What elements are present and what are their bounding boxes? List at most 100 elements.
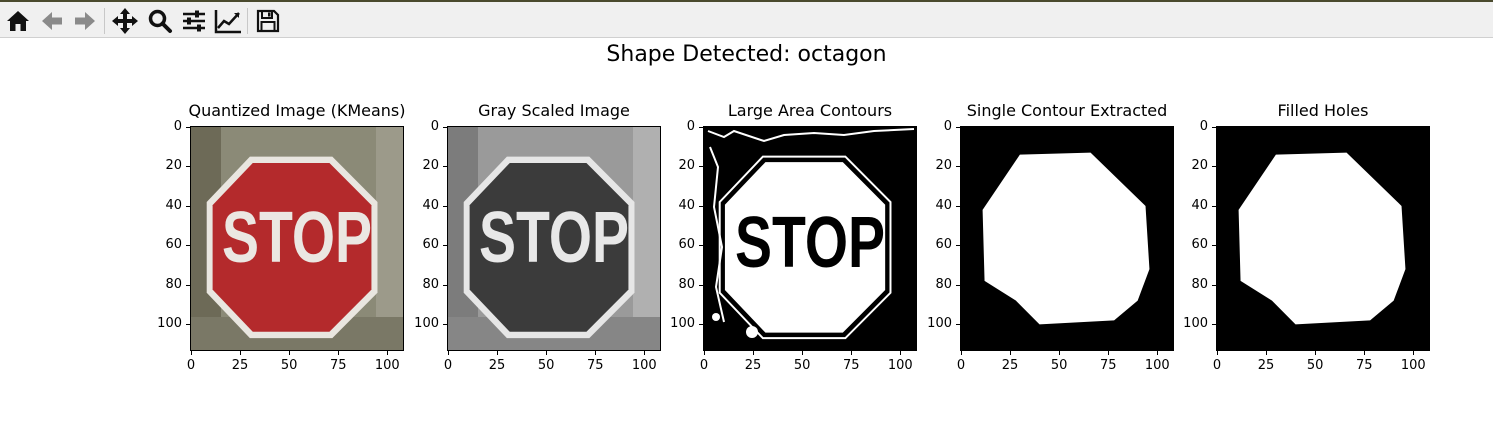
x-tick-mark — [1413, 351, 1415, 355]
y-tick-label: 0 — [943, 119, 952, 134]
y-tick-label: 20 — [1191, 158, 1208, 174]
x-tick-label: 0 — [186, 358, 196, 373]
subplot-title: Filled Holes — [1277, 101, 1369, 120]
y-tick-label: 0 — [686, 119, 695, 134]
subplot-image — [961, 127, 1173, 350]
subplot-image: STOP — [448, 127, 660, 350]
y-tick-label: 80 — [165, 276, 182, 292]
y-tick-mark — [186, 127, 190, 128]
x-tick-mark — [191, 351, 192, 355]
x-tick-label: 0 — [443, 358, 453, 373]
y-tick-mark — [956, 205, 960, 207]
stop-text: STOP — [735, 203, 885, 283]
pan-button[interactable] — [110, 6, 140, 36]
navigation-toolbar — [0, 0, 1493, 38]
x-tick-label: 25 — [231, 358, 249, 373]
y-tick-label: 60 — [1191, 237, 1208, 253]
y-tick-label: 40 — [165, 197, 182, 213]
subplot-title: Quantized Image (KMeans) — [188, 101, 406, 120]
y-tick-label: 60 — [935, 237, 952, 253]
y-tick-mark — [956, 324, 960, 326]
arrow-right-icon — [75, 12, 95, 30]
x-tick-label: 75 — [1099, 358, 1117, 373]
x-tick-mark — [387, 351, 389, 355]
toolbar-separator — [247, 8, 248, 34]
stop-text: STOP — [222, 198, 372, 278]
y-tick-label: 0 — [1199, 119, 1208, 134]
x-tick-mark — [1157, 351, 1159, 355]
move-icon — [112, 8, 138, 34]
toolbar-separator — [104, 8, 105, 34]
y-tick-label: 80 — [678, 276, 695, 292]
figure-suptitle: Shape Detected: octagon — [606, 42, 887, 67]
y-tick-label: 100 — [1183, 316, 1208, 332]
x-tick-label: 50 — [793, 358, 811, 373]
x-tick-mark — [289, 351, 291, 355]
x-tick-label: 50 — [1050, 358, 1068, 373]
save-button[interactable] — [253, 6, 283, 36]
x-tick-mark — [704, 351, 705, 355]
y-tick-label: 80 — [935, 276, 952, 292]
y-tick-mark — [443, 166, 447, 168]
x-tick-mark — [595, 351, 597, 355]
x-tick-mark — [1108, 351, 1110, 355]
y-tick-label: 100 — [927, 316, 952, 332]
y-tick-label: 60 — [165, 237, 182, 253]
y-tick-label: 100 — [414, 316, 439, 332]
subplot-axes[interactable] — [1216, 126, 1430, 351]
arrow-left-icon — [42, 12, 62, 30]
x-tick-mark — [338, 351, 340, 355]
y-tick-mark — [1212, 127, 1216, 128]
y-tick-mark — [186, 245, 190, 247]
x-tick-mark — [240, 351, 242, 355]
y-tick-mark — [956, 166, 960, 168]
x-tick-mark — [497, 351, 499, 355]
x-tick-label: 0 — [1212, 358, 1222, 373]
y-tick-mark — [699, 127, 703, 128]
configure-subplots-button[interactable] — [179, 6, 209, 36]
subplot-title: Single Contour Extracted — [966, 101, 1168, 120]
x-tick-mark — [1010, 351, 1012, 355]
subplot-axes[interactable] — [960, 126, 1174, 351]
forward-button[interactable] — [70, 6, 100, 36]
y-tick-mark — [443, 324, 447, 326]
line-chart-icon — [214, 10, 241, 34]
x-tick-mark — [851, 351, 853, 355]
y-tick-label: 20 — [165, 158, 182, 174]
y-tick-mark — [699, 284, 703, 286]
y-tick-label: 60 — [678, 237, 695, 253]
y-tick-mark — [1212, 324, 1216, 326]
stop-text: STOP — [479, 198, 629, 278]
y-tick-mark — [443, 245, 447, 247]
x-tick-label: 100 — [887, 358, 913, 373]
subplot-axes[interactable]: STOP — [703, 126, 917, 351]
x-tick-mark — [1266, 351, 1268, 355]
y-tick-label: 80 — [1191, 276, 1208, 292]
subplot-axes[interactable]: STOP — [190, 126, 404, 351]
y-tick-mark — [1212, 245, 1216, 247]
y-tick-mark — [699, 205, 703, 207]
y-tick-mark — [443, 205, 447, 207]
x-tick-label: 75 — [1355, 358, 1373, 373]
x-tick-mark — [753, 351, 755, 355]
x-tick-mark — [448, 351, 449, 355]
subplot-axes[interactable]: STOP — [447, 126, 661, 351]
x-tick-mark — [1364, 351, 1366, 355]
y-tick-mark — [956, 127, 960, 128]
x-tick-mark — [900, 351, 902, 355]
floppy-disk-icon — [256, 9, 280, 33]
x-tick-mark — [1315, 351, 1317, 355]
y-tick-mark — [699, 166, 703, 168]
y-tick-label: 40 — [422, 197, 439, 213]
back-button[interactable] — [37, 6, 67, 36]
edit-axis-button[interactable] — [213, 6, 243, 36]
x-tick-mark — [961, 351, 962, 355]
x-tick-label: 75 — [329, 358, 347, 373]
y-tick-mark — [443, 127, 447, 128]
sliders-icon — [183, 10, 205, 32]
y-tick-label: 40 — [1191, 197, 1208, 213]
home-button[interactable] — [3, 6, 33, 36]
y-tick-mark — [186, 166, 190, 168]
y-tick-mark — [956, 245, 960, 247]
zoom-button[interactable] — [145, 6, 175, 36]
